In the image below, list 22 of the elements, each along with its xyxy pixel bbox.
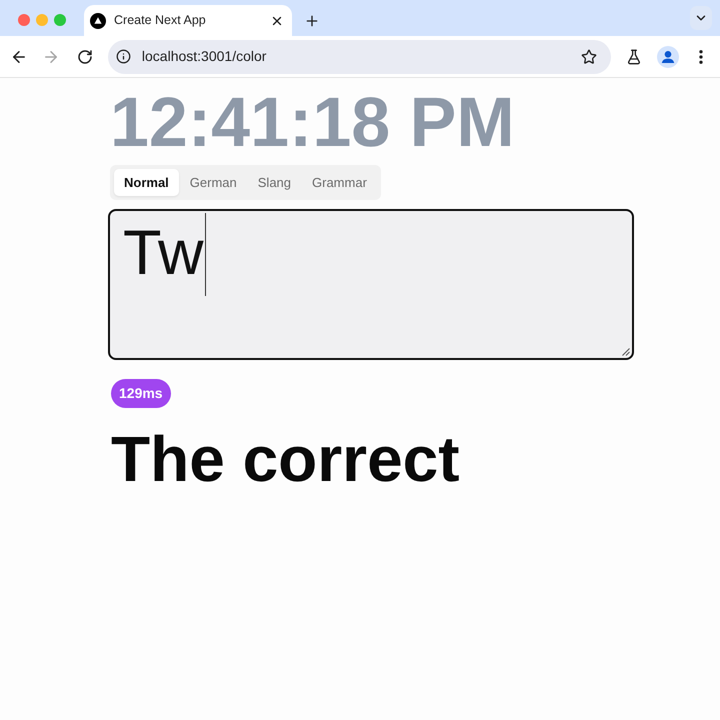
bookmark-star-icon[interactable]	[581, 48, 598, 64]
tab-title: Create Next App	[114, 12, 207, 30]
mode-tab[interactable]: Grammar	[302, 169, 377, 196]
resize-handle-icon[interactable]	[622, 348, 630, 356]
url-text: localhost:3001/color	[142, 47, 268, 66]
tab-search-button[interactable]	[690, 6, 712, 30]
mode-tab[interactable]: Slang	[248, 169, 302, 196]
triangle-logo-icon	[90, 12, 106, 28]
text-cursor-icon	[204, 213, 206, 296]
clock-time: 12:41:18 PM	[110, 87, 515, 157]
new-tab-icon[interactable]	[304, 12, 320, 28]
reload-icon[interactable]	[76, 48, 93, 64]
text-input-field[interactable]: Tw	[108, 209, 634, 360]
profile-avatar-icon[interactable]	[657, 46, 680, 68]
mode-tab[interactable]: German	[180, 169, 247, 196]
address-bar[interactable]: localhost:3001/color	[108, 40, 612, 74]
browser-tab[interactable]: Create Next App	[84, 5, 292, 36]
flask-icon[interactable]	[626, 48, 642, 64]
result-heading: The correct	[111, 427, 460, 491]
latency-badge: 129ms	[111, 379, 171, 408]
info-icon[interactable]	[116, 49, 131, 64]
mode-tab[interactable]: Normal	[114, 169, 179, 196]
